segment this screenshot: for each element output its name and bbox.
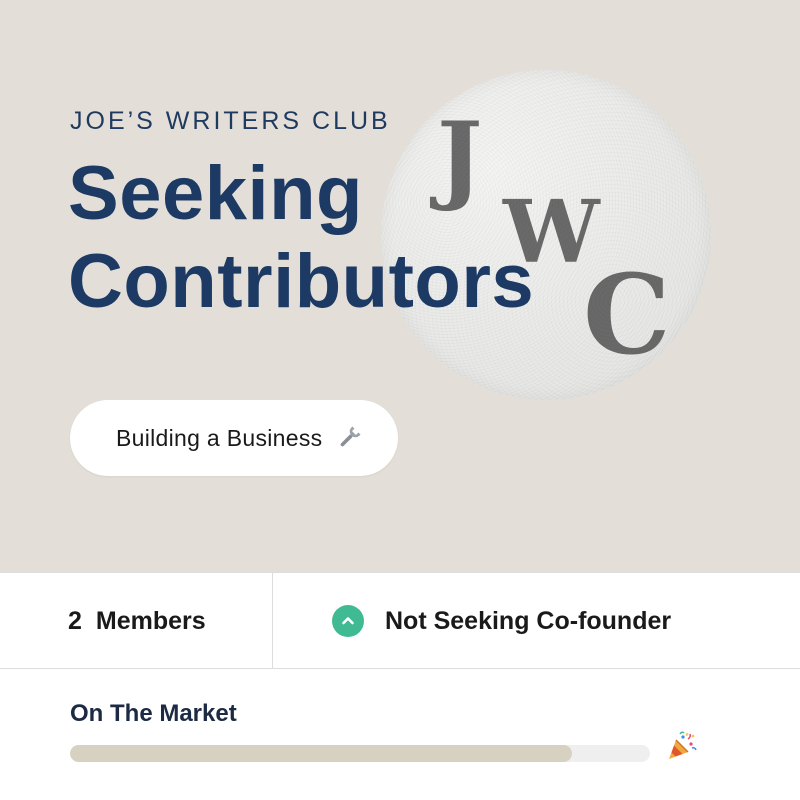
page-title: Seeking Contributors: [68, 150, 534, 326]
market-section: On The Market: [70, 700, 730, 762]
party-popper-icon: [669, 731, 697, 759]
members-label: Members: [95, 606, 206, 635]
headline-line-1: Seeking: [68, 151, 363, 236]
cofounder-status: Not Seeking Co-founder: [274, 573, 800, 669]
cofounder-status-label: Not Seeking Co-founder: [385, 606, 672, 635]
market-label: On The Market: [70, 700, 237, 727]
chevron-up-icon: [332, 605, 364, 637]
club-name: JOE’S WRITERS CLUB: [70, 107, 391, 135]
wrench-icon: [341, 426, 361, 447]
market-progress-bar: [70, 745, 650, 762]
logo-letter-c: C: [583, 250, 671, 379]
hero-banner: J W C JOE’S WRITERS CLUB Seeking Contrib…: [0, 0, 800, 572]
stats-row: 2 Members Not Seeking Co-founder: [0, 572, 800, 669]
headline-line-2: Contributors: [68, 239, 535, 324]
members-count: 2: [68, 606, 82, 635]
category-tag[interactable]: Building a Business: [70, 400, 399, 476]
members-stat: 2 Members: [0, 573, 273, 669]
market-progress-fill: [70, 745, 572, 762]
category-label: Building a Business: [116, 424, 323, 451]
